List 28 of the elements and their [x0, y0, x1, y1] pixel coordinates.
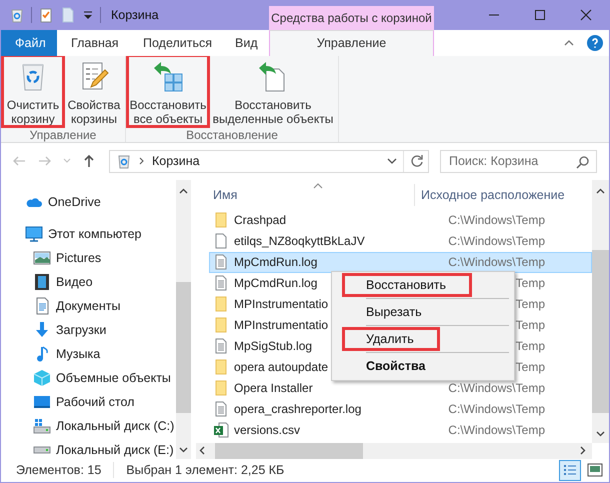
file-name: etilqs_NZ8oqkyttBkLaJV — [234, 234, 365, 248]
file-name: MpSigStub.log — [234, 339, 312, 354]
file-location: C:\Windows\Temp — [447, 255, 545, 270]
group-label: Восстановление — [185, 126, 279, 142]
file-name: opera autoupdate — [234, 360, 328, 374]
file-name: MPInstrumentatio — [234, 297, 328, 312]
file-name: opera_crashreporter.log — [234, 402, 362, 416]
file-location: C:\Windows\Temp — [447, 402, 545, 416]
item-count: Элементов: 15 — [16, 463, 102, 478]
file-location: C:\Windows\Temp — [447, 234, 545, 248]
file-location: Temp — [514, 360, 545, 374]
file-name: Opera Installer — [234, 381, 313, 396]
file-location: Temp — [514, 297, 545, 312]
window-title: Корзина — [111, 8, 159, 22]
context-tab-header: Средства работы с корзиной — [269, 6, 434, 30]
file-location: C:\Windows\Temp — [447, 381, 545, 396]
selection-info: Выбран 1 элемент: 2,25 КБ — [126, 463, 284, 478]
file-location: Temp — [514, 339, 545, 354]
file-name: versions.csv — [234, 423, 300, 438]
file-location: C:\Windows\Temp — [447, 213, 545, 228]
file-location: Temp — [514, 276, 545, 290]
file-location: C:\Windows\Temp — [447, 423, 545, 438]
file-location: Temp — [514, 318, 545, 332]
group-label: Управление — [28, 126, 98, 142]
file-name: MpCmdRun.log — [234, 276, 318, 290]
file-name: MPInstrumentatio — [234, 318, 328, 332]
file-name: MpCmdRun.log — [234, 255, 318, 270]
file-name: Crashpad — [234, 213, 286, 228]
